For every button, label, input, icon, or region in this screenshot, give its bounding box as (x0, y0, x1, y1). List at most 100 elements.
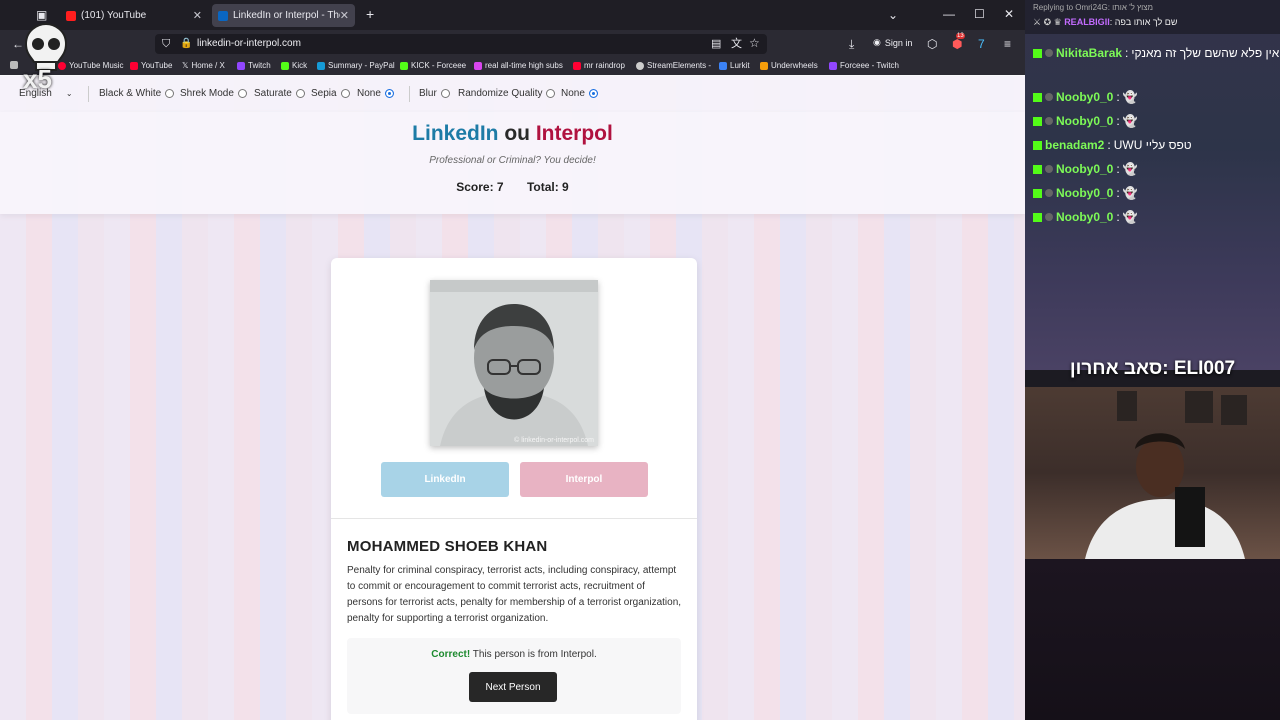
site-favicon-icon (218, 10, 228, 21)
stream-background (1025, 559, 1280, 720)
bookmark-star-icon[interactable]: ☆ (749, 37, 760, 49)
pinned-message: ⚔ ✪ ♛ REALBIGII: שם לך אותו בפה (1033, 17, 1178, 27)
lurkit-icon (719, 61, 727, 70)
person-name: MOHAMMED SHOEB KHAN (347, 538, 548, 555)
bookmark-mr-raindrop[interactable]: mr raindrop (573, 61, 625, 70)
underwheels-icon (760, 61, 768, 70)
person-photo: © linkedin-or-interpol.com (430, 280, 598, 446)
person-description: Penalty for criminal conspiracy, terrori… (347, 565, 682, 624)
linkedin-button[interactable]: LinkedIn (381, 462, 509, 497)
radio-button[interactable] (237, 89, 247, 98)
chat-message: Nooby0_0: 👻 (1033, 186, 1138, 200)
interpol-button[interactable]: Interpol (520, 462, 648, 497)
chat-text: 👻 (1122, 114, 1138, 128)
quality-randomize[interactable]: Randomize Quality (458, 88, 556, 99)
url-bar[interactable]: ⛉ 🔒 linkedin-or-interpol.com ▤ 文 ☆ (155, 34, 767, 54)
minimize-icon[interactable]: — (943, 8, 955, 20)
bookmark-underwheels[interactable]: Underwheels (760, 61, 818, 70)
bookmark-kick[interactable]: Kick (281, 61, 307, 70)
extensions-icon[interactable]: ⬡ (927, 38, 937, 50)
bookmark-forceee-twitch[interactable]: Forceee - Twitch (829, 61, 899, 70)
url-text: linkedin-or-interpol.com (197, 38, 301, 49)
chat-username: NikitaBarak (1056, 46, 1123, 60)
next-person-button[interactable]: Next Person (469, 672, 557, 702)
person-card: © linkedin-or-interpol.com LinkedIn Inte… (331, 258, 697, 720)
new-tab-icon[interactable]: + (366, 7, 374, 21)
twitch-icon (237, 61, 245, 70)
radio-button[interactable] (440, 89, 450, 98)
divider (88, 86, 89, 102)
radio-button-selected[interactable] (384, 89, 394, 98)
tab-overview-icon[interactable]: ▣ (36, 9, 47, 21)
chat-text: 👻 (1122, 210, 1138, 224)
tab-title: (101) YouTube (81, 10, 147, 21)
bookmark-kick-forceee[interactable]: KICK - Forceee (400, 61, 466, 70)
game-header: LinkedIn ou Interpol Professional or Cri… (0, 112, 1025, 214)
radio-button[interactable] (295, 89, 305, 98)
bookmark-lurkit[interactable]: Lurkit (719, 61, 750, 70)
bookmark-folder[interactable] (10, 61, 18, 69)
sub-badge-icon (1045, 49, 1053, 57)
list-tabs-icon[interactable]: ⌄ (888, 9, 898, 21)
radio-button-selected[interactable] (588, 89, 598, 98)
quality-blur[interactable]: Blur (419, 88, 450, 99)
radio-button[interactable] (340, 89, 350, 98)
sub-badge-icon (1045, 213, 1053, 221)
kick-badge-icon (1033, 140, 1042, 150)
chart-icon (474, 61, 482, 70)
webcam-image (1085, 391, 1247, 559)
sign-in-label: Sign in (884, 37, 913, 48)
title-linkedin: LinkedIn (412, 122, 499, 145)
chat-message: Nooby0_0: 👻 (1033, 162, 1138, 176)
downloads-icon[interactable]: ⤓ (849, 38, 854, 50)
sub-badge-icon (1045, 165, 1053, 173)
page-title: LinkedIn ou Interpol (0, 122, 1025, 146)
kick-icon (281, 61, 289, 70)
menu-icon[interactable]: ≡ (1004, 38, 1011, 50)
ublock-icon[interactable]: ⬢ (952, 38, 962, 50)
close-icon[interactable]: ✕ (340, 9, 349, 22)
chat-username: Nooby0_0 (1056, 90, 1114, 104)
radio-button[interactable] (165, 89, 175, 98)
bookmark-twitch[interactable]: Twitch (237, 61, 271, 70)
close-icon[interactable]: ✕ (193, 9, 202, 22)
chat-username: Nooby0_0 (1056, 186, 1114, 200)
kick-badge-icon (1033, 92, 1042, 102)
filter-black-white[interactable]: Black & White (99, 88, 175, 99)
kick-badge-icon (1033, 164, 1042, 174)
chat-username: Nooby0_0 (1056, 114, 1114, 128)
shield-icon[interactable]: ⛉ (162, 38, 170, 50)
webcam-feed (1025, 387, 1280, 559)
seventv-icon[interactable]: 7 (978, 38, 985, 50)
filter-shrek-mode[interactable]: Shrek Mode (180, 88, 247, 99)
sub-badge-icon (1045, 93, 1053, 101)
quality-none[interactable]: None (561, 88, 598, 99)
last-sub-banner: סאב אחרון: ELI007 (1069, 358, 1236, 379)
tab-bar: ▣ (101) YouTube ✕ LinkedIn or Interpol -… (0, 0, 1025, 30)
maximize-icon[interactable]: ☐ (974, 8, 985, 20)
reader-view-icon[interactable]: ▤ (711, 38, 721, 50)
bookmark-streamelements[interactable]: StreamElements - (636, 61, 711, 70)
window-close-icon[interactable]: ✕ (1004, 8, 1014, 20)
bookmarks-bar: YouTube Music YouTube 𝕏 Home / X Twitch K… (0, 57, 1025, 75)
sign-in-button[interactable]: ◉ Sign in (873, 37, 912, 48)
total-value: Total: 9 (526, 180, 569, 194)
translate-icon[interactable]: 文 (731, 38, 742, 50)
tab-title: LinkedIn or Interpol - The Game (233, 10, 340, 21)
bookmark-youtube[interactable]: YouTube (130, 61, 172, 70)
filter-sepia[interactable]: Sepia (311, 88, 350, 99)
bookmark-home-x[interactable]: 𝕏 Home / X (182, 61, 225, 70)
bookmark-paypal[interactable]: Summary - PayPal (317, 61, 395, 70)
lock-icon[interactable]: 🔒 (180, 38, 192, 50)
filter-none[interactable]: None (357, 88, 394, 99)
sub-badge-icon (1045, 117, 1053, 125)
extension-badge: 13 (956, 33, 965, 39)
filter-saturate[interactable]: Saturate (254, 88, 305, 99)
radio-button[interactable] (546, 89, 556, 98)
tab-linkedin-or-interpol[interactable]: LinkedIn or Interpol - The Game ✕ (212, 4, 355, 27)
tab-youtube[interactable]: (101) YouTube ✕ (60, 4, 208, 27)
bookmark-all-time-high-subs[interactable]: real all-time high subs (474, 61, 563, 70)
kick-badge-icon (1033, 212, 1042, 222)
badge-icons: ⚔ ✪ ♛ (1033, 17, 1065, 27)
result-text: This person is from Interpol. (472, 649, 597, 660)
